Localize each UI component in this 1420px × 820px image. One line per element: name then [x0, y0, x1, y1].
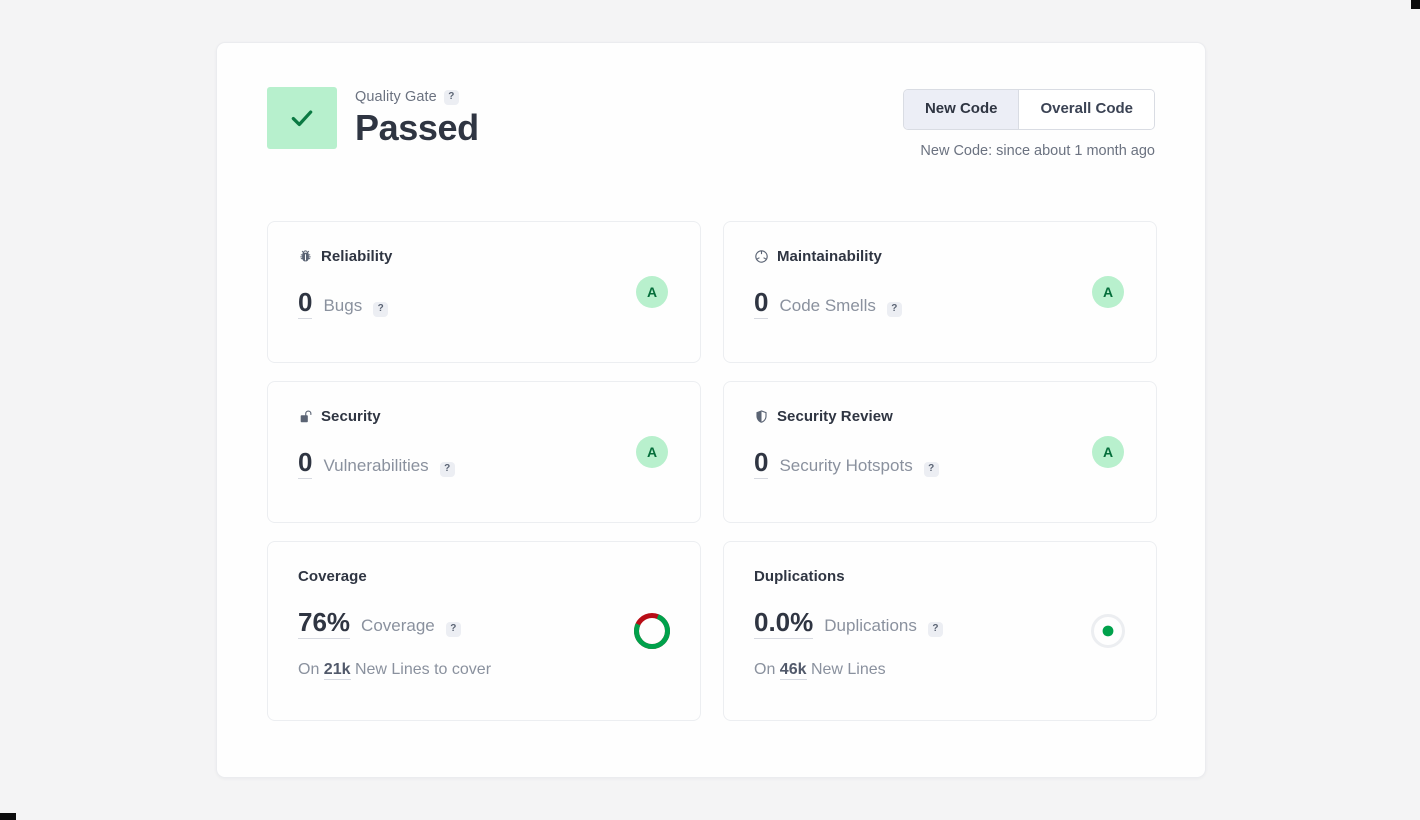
tab-overall-code[interactable]: Overall Code — [1018, 90, 1154, 129]
quality-gate-text: Quality Gate ? Passed — [355, 87, 479, 148]
card-title-label: Security Review — [777, 408, 893, 425]
coverage-new-lines-value[interactable]: 21k — [323, 661, 351, 681]
card-title-label: Coverage — [298, 568, 367, 585]
card-title-coverage: Coverage — [298, 568, 670, 585]
capture-artifact-bottom-left — [0, 813, 16, 820]
lock-open-icon — [298, 409, 313, 424]
card-security-review[interactable]: Security Review 0 Security Hotspots ? A — [723, 381, 1157, 523]
rating-badge-reliability: A — [636, 276, 668, 308]
metric-help-icon-security-hotspots[interactable]: ? — [923, 461, 939, 477]
metric-help-icon-bugs[interactable]: ? — [373, 301, 389, 317]
rating-badge-maintainability: A — [1092, 276, 1124, 308]
metric-help-icon-code-smells[interactable]: ? — [886, 301, 902, 317]
card-title-maintainability: Maintainability — [754, 248, 1126, 265]
metric-value-code-smells[interactable]: 0 — [754, 288, 769, 320]
metric-row-duplications: 0.0% Duplications ? — [754, 608, 1126, 640]
metric-help-icon-vulnerabilities[interactable]: ? — [439, 461, 455, 477]
overview-header: Quality Gate ? Passed New Code Overall C… — [267, 87, 1155, 197]
duplications-sub-suffix: New Lines — [810, 661, 886, 679]
rating-badge-security-review: A — [1092, 436, 1124, 468]
shield-icon — [754, 409, 769, 424]
quality-gate-label-row: Quality Gate ? — [355, 89, 479, 105]
rating-badge-security: A — [636, 436, 668, 468]
metric-row-vulnerabilities: 0 Vulnerabilities ? — [298, 448, 670, 480]
card-coverage[interactable]: Coverage 76% Coverage ? On 21k New Lines… — [267, 541, 701, 721]
metric-value-bugs[interactable]: 0 — [298, 288, 313, 320]
metric-label-security-hotspots: Security Hotspots — [779, 456, 913, 475]
overview-panel: Quality Gate ? Passed New Code Overall C… — [216, 42, 1206, 778]
metric-help-icon-duplications[interactable]: ? — [927, 621, 943, 637]
metric-row-bugs: 0 Bugs ? — [298, 288, 670, 320]
bug-icon — [298, 249, 313, 264]
card-title-label: Security — [321, 408, 381, 425]
header-right: New Code Overall Code New Code: since ab… — [902, 89, 1155, 159]
metric-value-duplications[interactable]: 0.0% — [754, 608, 814, 640]
tab-new-code[interactable]: New Code — [903, 90, 1019, 129]
quality-gate-label: Quality Gate — [355, 89, 437, 105]
metric-label-vulnerabilities: Vulnerabilities — [323, 456, 429, 475]
coverage-sub-prefix: On — [298, 661, 320, 679]
donut-chart-coverage — [630, 609, 674, 653]
card-duplications[interactable]: Duplications 0.0% Duplications ? On 46k … — [723, 541, 1157, 721]
duplications-sub-prefix: On — [754, 661, 776, 679]
metric-row-code-smells: 0 Code Smells ? — [754, 288, 1126, 320]
coverage-donut-svg — [634, 613, 670, 649]
quality-gate-status-badge — [267, 87, 337, 149]
card-title-security: Security — [298, 408, 670, 425]
quality-gate-help-icon[interactable]: ? — [443, 89, 459, 105]
metric-value-coverage[interactable]: 76% — [298, 608, 351, 640]
metric-row-coverage: 76% Coverage ? — [298, 608, 670, 640]
metric-label-bugs: Bugs — [323, 296, 363, 315]
check-icon — [289, 105, 315, 131]
metric-help-icon-coverage[interactable]: ? — [445, 621, 461, 637]
screen: Quality Gate ? Passed New Code Overall C… — [0, 0, 1420, 820]
card-title-reliability: Reliability — [298, 248, 670, 265]
card-title-label: Duplications — [754, 568, 845, 585]
metric-label-duplications: Duplications — [824, 616, 917, 635]
coverage-new-lines-row: On 21k New Lines to cover — [298, 661, 670, 681]
metric-row-security-hotspots: 0 Security Hotspots ? — [754, 448, 1126, 480]
card-security[interactable]: Security 0 Vulnerabilities ? A — [267, 381, 701, 523]
measures-grid: Reliability 0 Bugs ? A Maintainability 0… — [267, 221, 1157, 721]
card-title-duplications: Duplications — [754, 568, 1126, 585]
card-title-security-review: Security Review — [754, 408, 1126, 425]
duplications-new-lines-value[interactable]: 46k — [779, 661, 807, 681]
coverage-sub-suffix: New Lines to cover — [354, 661, 492, 679]
code-scope-toggle: New Code Overall Code — [902, 89, 1155, 130]
new-code-period-note: New Code: since about 1 month ago — [920, 142, 1155, 159]
dot-ring-duplications — [1086, 609, 1130, 653]
metric-label-coverage: Coverage — [361, 616, 435, 635]
metric-label-code-smells: Code Smells — [779, 296, 876, 315]
quality-gate-block: Quality Gate ? Passed — [267, 87, 479, 149]
card-title-label: Maintainability — [777, 248, 882, 265]
duplications-indicator-svg — [1091, 614, 1125, 648]
metric-value-vulnerabilities[interactable]: 0 — [298, 448, 313, 480]
card-title-label: Reliability — [321, 248, 393, 265]
quality-gate-status: Passed — [355, 107, 479, 148]
code-smell-icon — [754, 249, 769, 264]
duplications-new-lines-row: On 46k New Lines — [754, 661, 1126, 681]
card-reliability[interactable]: Reliability 0 Bugs ? A — [267, 221, 701, 363]
card-maintainability[interactable]: Maintainability 0 Code Smells ? A — [723, 221, 1157, 363]
capture-artifact-top-right — [1411, 0, 1420, 9]
metric-value-security-hotspots[interactable]: 0 — [754, 448, 769, 480]
